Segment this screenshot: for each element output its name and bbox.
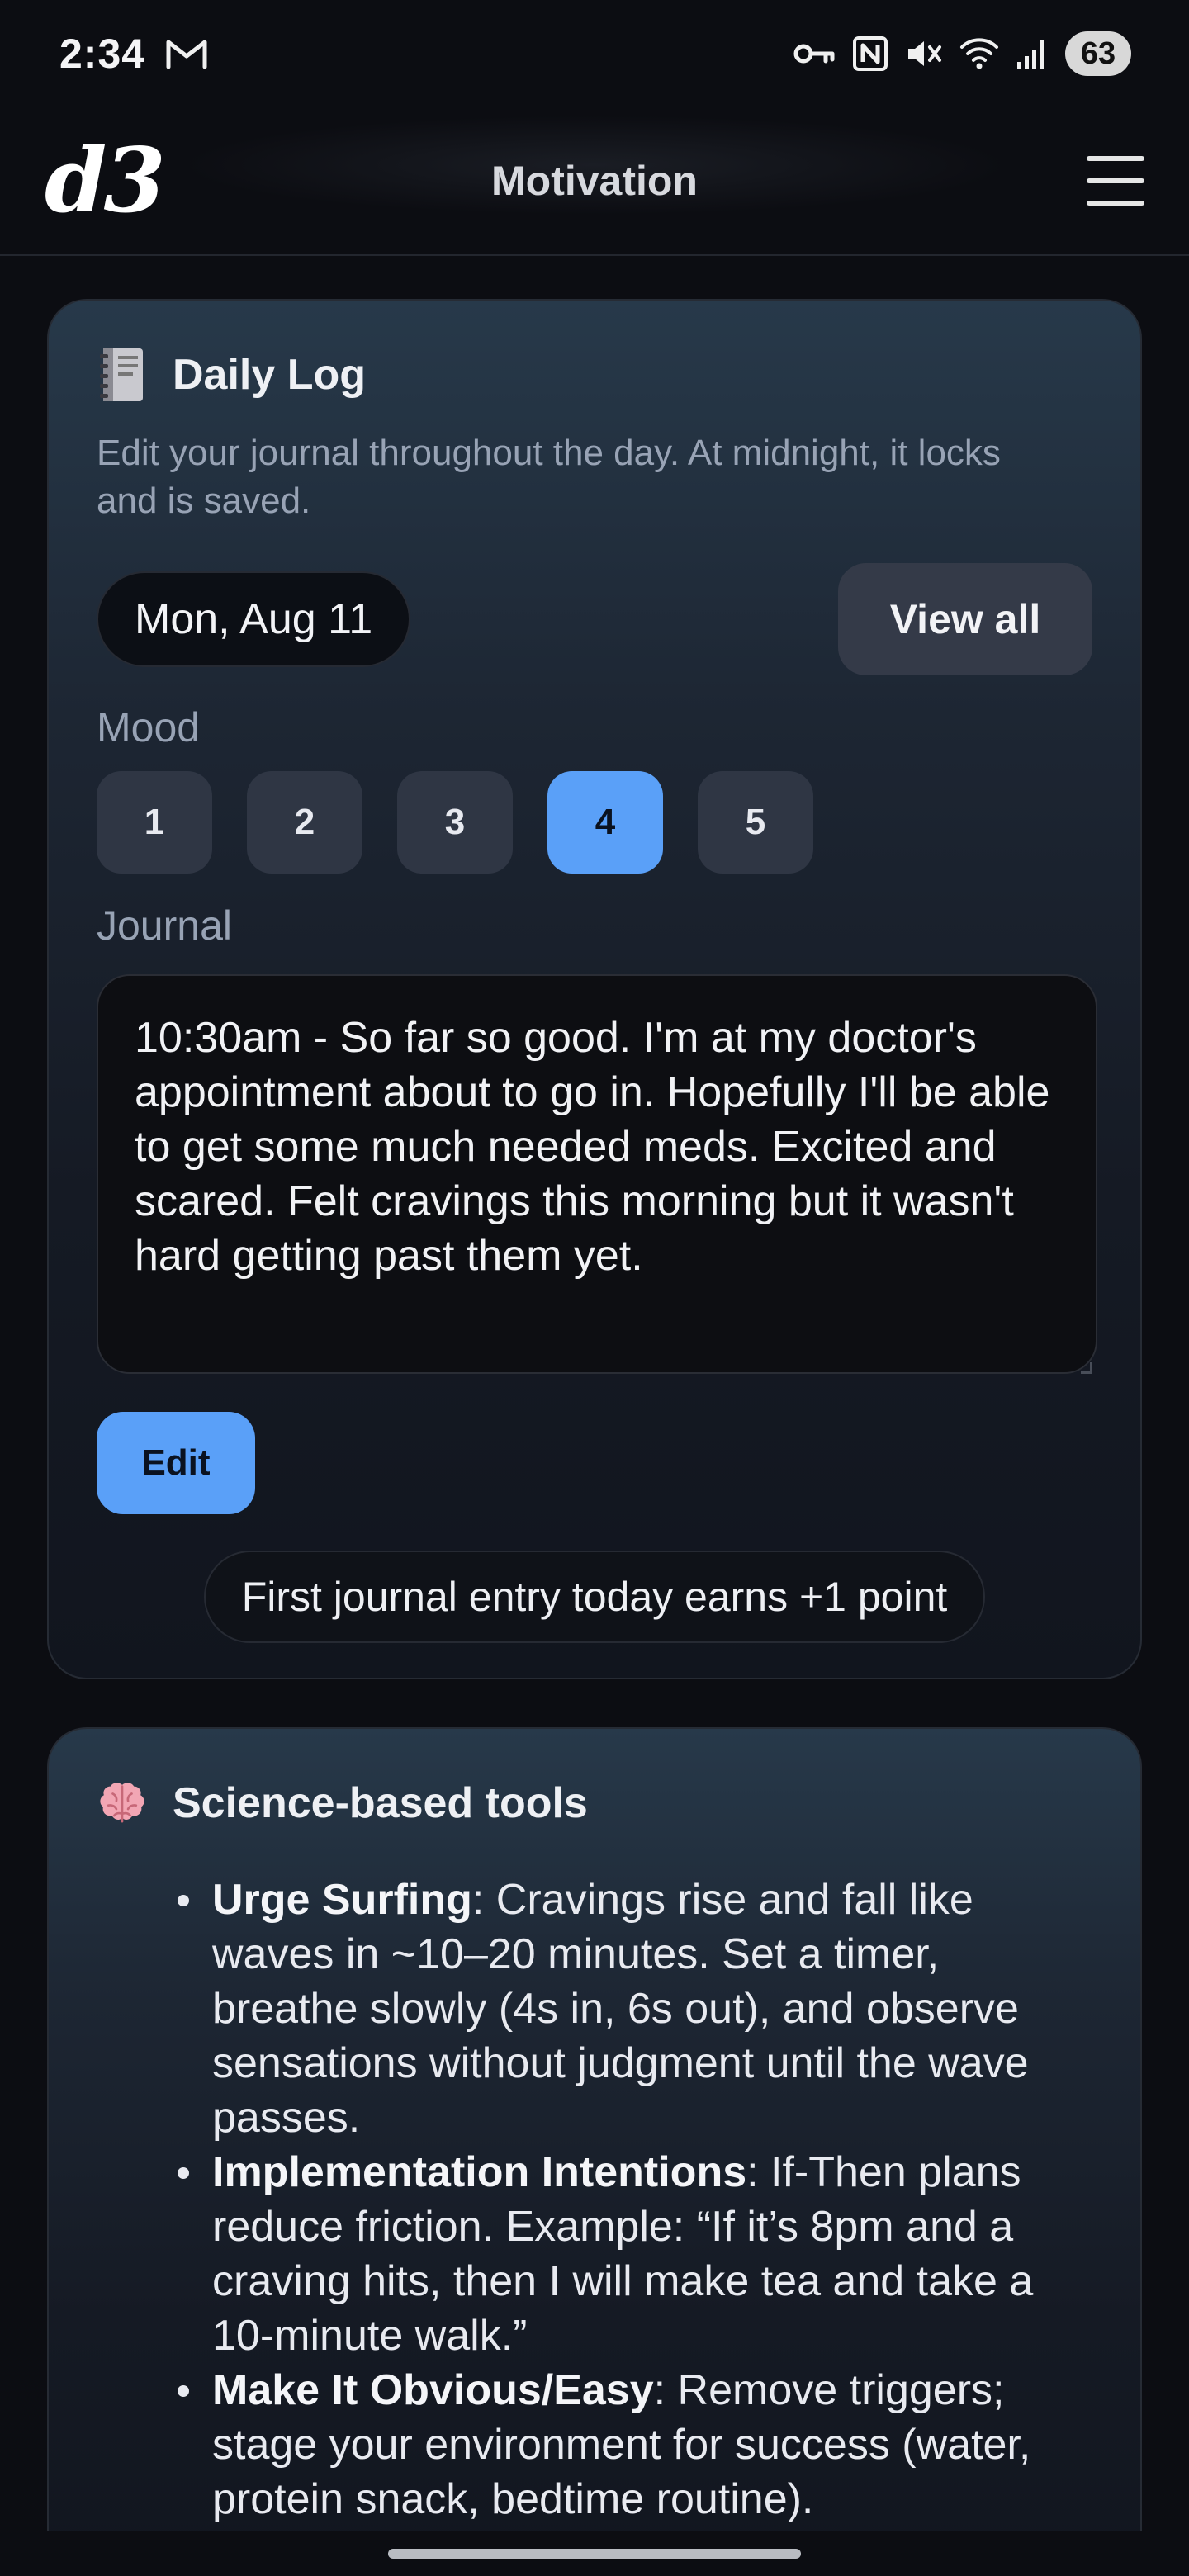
edit-button[interactable]: Edit [97,1412,255,1514]
date-selector[interactable]: Mon, Aug 11 [97,571,411,667]
tool-term: Make It Obvious/Easy [212,2366,654,2414]
journal-text: 10:30am - So far so good. I'm at my doct… [135,1014,1050,1280]
mood-selector: 1 2 3 4 5 [97,771,1092,874]
menu-line [1087,156,1144,161]
mood-option-2[interactable]: 2 [247,771,362,874]
status-left: 2:34 [59,30,208,78]
battery-indicator: 63 [1065,31,1131,76]
list-item: Make It Obvious/Easy: Remove triggers; s… [178,2363,1092,2526]
system-nav-bar [0,2531,1189,2576]
brain-icon [97,1774,148,1832]
view-all-button[interactable]: View all [838,563,1092,675]
points-note: First journal entry today earns +1 point [203,1551,986,1643]
list-item: Urge Surfing: Cravings rise and fall lik… [178,1873,1092,2145]
daily-log-card: Daily Log Edit your journal throughout t… [47,299,1142,1679]
key-icon [793,39,836,69]
mood-option-1[interactable]: 1 [97,771,212,874]
date-row: Mon, Aug 11 View all [97,563,1092,675]
mood-label: Mood [97,704,201,751]
status-time: 2:34 [59,31,146,77]
notebook-icon [97,346,148,404]
signal-icon [1016,37,1049,70]
tool-term: Urge Surfing [212,1876,472,1924]
journal-label: Journal [97,902,232,949]
mood-option-5[interactable]: 5 [698,771,813,874]
app-logo[interactable]: d3 [45,136,166,225]
tool-term: Implementation Intentions [212,2148,747,2196]
status-right: 63 [793,31,1131,76]
status-bar: 2:34 63 [0,0,1189,107]
list-item: Implementation Intentions: If-Then plans… [178,2145,1092,2363]
daily-log-header: Daily Log [97,342,1092,408]
nfc-icon [852,36,888,72]
mood-option-3[interactable]: 3 [397,771,513,874]
menu-line [1087,201,1144,206]
science-tools-card: Science-based tools Urge Surfing: Cravin… [47,1727,1142,2576]
home-indicator[interactable] [388,2549,801,2559]
tools-list: Urge Surfing: Cravings rise and fall lik… [97,1873,1092,2526]
hamburger-menu-icon[interactable] [1087,156,1144,206]
resize-handle[interactable] [1081,1362,1092,1374]
journal-textarea[interactable]: 10:30am - So far so good. I'm at my doct… [97,974,1097,1374]
menu-line [1087,178,1144,183]
mood-option-4[interactable]: 4 [547,771,663,874]
daily-log-title: Daily Log [173,351,367,399]
points-note-row: First journal entry today earns +1 point [97,1551,1092,1643]
tools-header: Science-based tools [97,1770,1092,1836]
app-header: d3 Motivation [0,107,1189,256]
page-title: Motivation [491,158,698,204]
gmail-icon [165,37,208,70]
wifi-icon [959,37,999,70]
daily-log-description: Edit your journal throughout the day. At… [97,433,1001,521]
tools-title: Science-based tools [173,1779,588,1827]
mute-icon [905,36,943,72]
